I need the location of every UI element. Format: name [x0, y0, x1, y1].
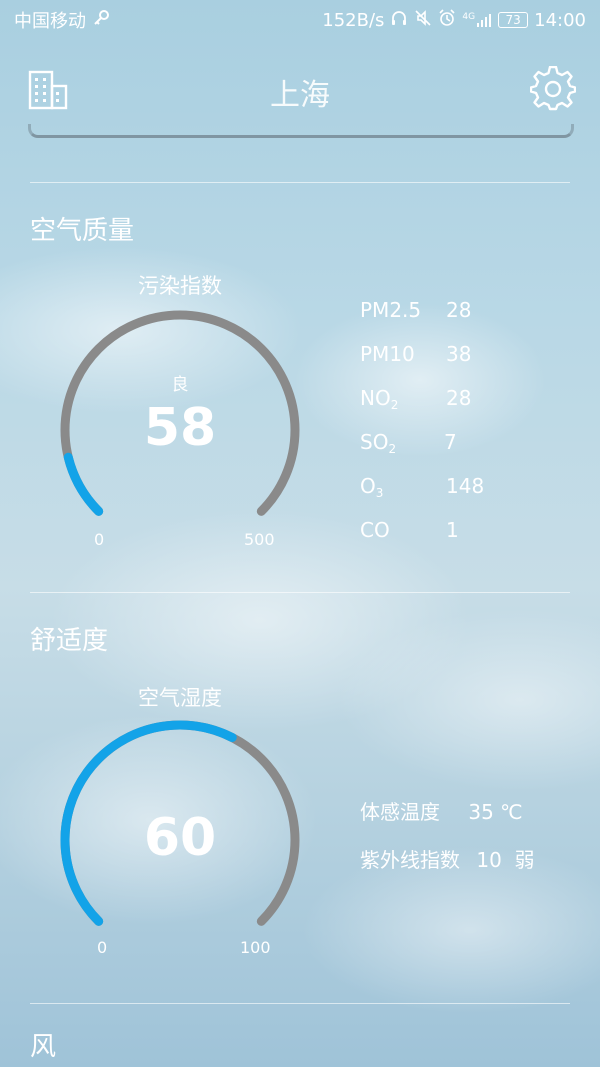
- alarm-clock-icon: [438, 8, 456, 32]
- carrier-name: 中国移动: [14, 11, 86, 32]
- pollutant-name: NO2: [360, 386, 399, 412]
- uv-index-row: 紫外线指数 10 弱: [360, 844, 535, 873]
- pollution-index-value: 58: [143, 398, 217, 458]
- mute-icon: [414, 9, 432, 32]
- pollutant-name: CO: [360, 518, 390, 542]
- key-icon: [92, 9, 110, 32]
- uv-index-label: 紫外线指数: [360, 848, 460, 872]
- clock: 14:00: [534, 9, 586, 31]
- pollutant-value: 7: [444, 430, 457, 454]
- network-type: 4G: [462, 12, 476, 22]
- pollution-index-label: 污染指数: [138, 274, 222, 298]
- pollutant-value: 38: [446, 342, 472, 366]
- gauge-min-label: 0: [94, 530, 105, 549]
- headphones-icon: [390, 9, 408, 32]
- gauge-max-label: 500: [244, 530, 275, 549]
- wind-section-title: 风: [30, 1032, 57, 1062]
- pollutant-name: PM10: [360, 342, 415, 366]
- battery-level: 73: [505, 13, 521, 27]
- status-bar: 中国移动 152B/s 4G 73 14:00: [0, 0, 600, 40]
- pollutant-value: 1: [446, 518, 459, 542]
- pollutant-name: PM2.5: [360, 298, 422, 322]
- uv-index-value: 10 弱: [476, 848, 535, 872]
- section-divider: [30, 182, 570, 183]
- battery-indicator: 73: [498, 12, 529, 28]
- pollutant-value: 28: [446, 298, 472, 322]
- pollutant-value: 28: [446, 386, 472, 410]
- humidity-value: 60: [143, 808, 217, 868]
- pollutant-name: O3: [360, 474, 384, 500]
- humidity-label: 空气湿度: [138, 686, 222, 710]
- collapsed-card-edge: [28, 124, 574, 138]
- gauge-max-label: 100: [240, 938, 271, 957]
- section-divider: [30, 1003, 570, 1004]
- gear-icon[interactable]: [529, 65, 577, 112]
- page-title: 上海: [270, 78, 330, 113]
- feels-like-row: 体感温度 35 ℃: [360, 796, 523, 825]
- feels-like-value: 35 ℃: [468, 800, 523, 824]
- gauge-min-label: 0: [97, 938, 108, 957]
- feels-like-label: 体感温度: [360, 800, 440, 824]
- air-quality-section-title: 空气质量: [30, 216, 135, 246]
- app-bar: 上海: [0, 52, 600, 126]
- pollutant-value: 148: [446, 474, 485, 498]
- network-speed: 152B/s: [322, 9, 385, 31]
- gauge-fill: [63, 452, 104, 516]
- signal-icon: 4G: [462, 12, 492, 28]
- section-divider: [30, 592, 570, 593]
- air-quality-status: 良: [171, 375, 189, 395]
- pollutant-name: SO2: [360, 430, 397, 456]
- comfort-section-title: 舒适度: [30, 626, 109, 656]
